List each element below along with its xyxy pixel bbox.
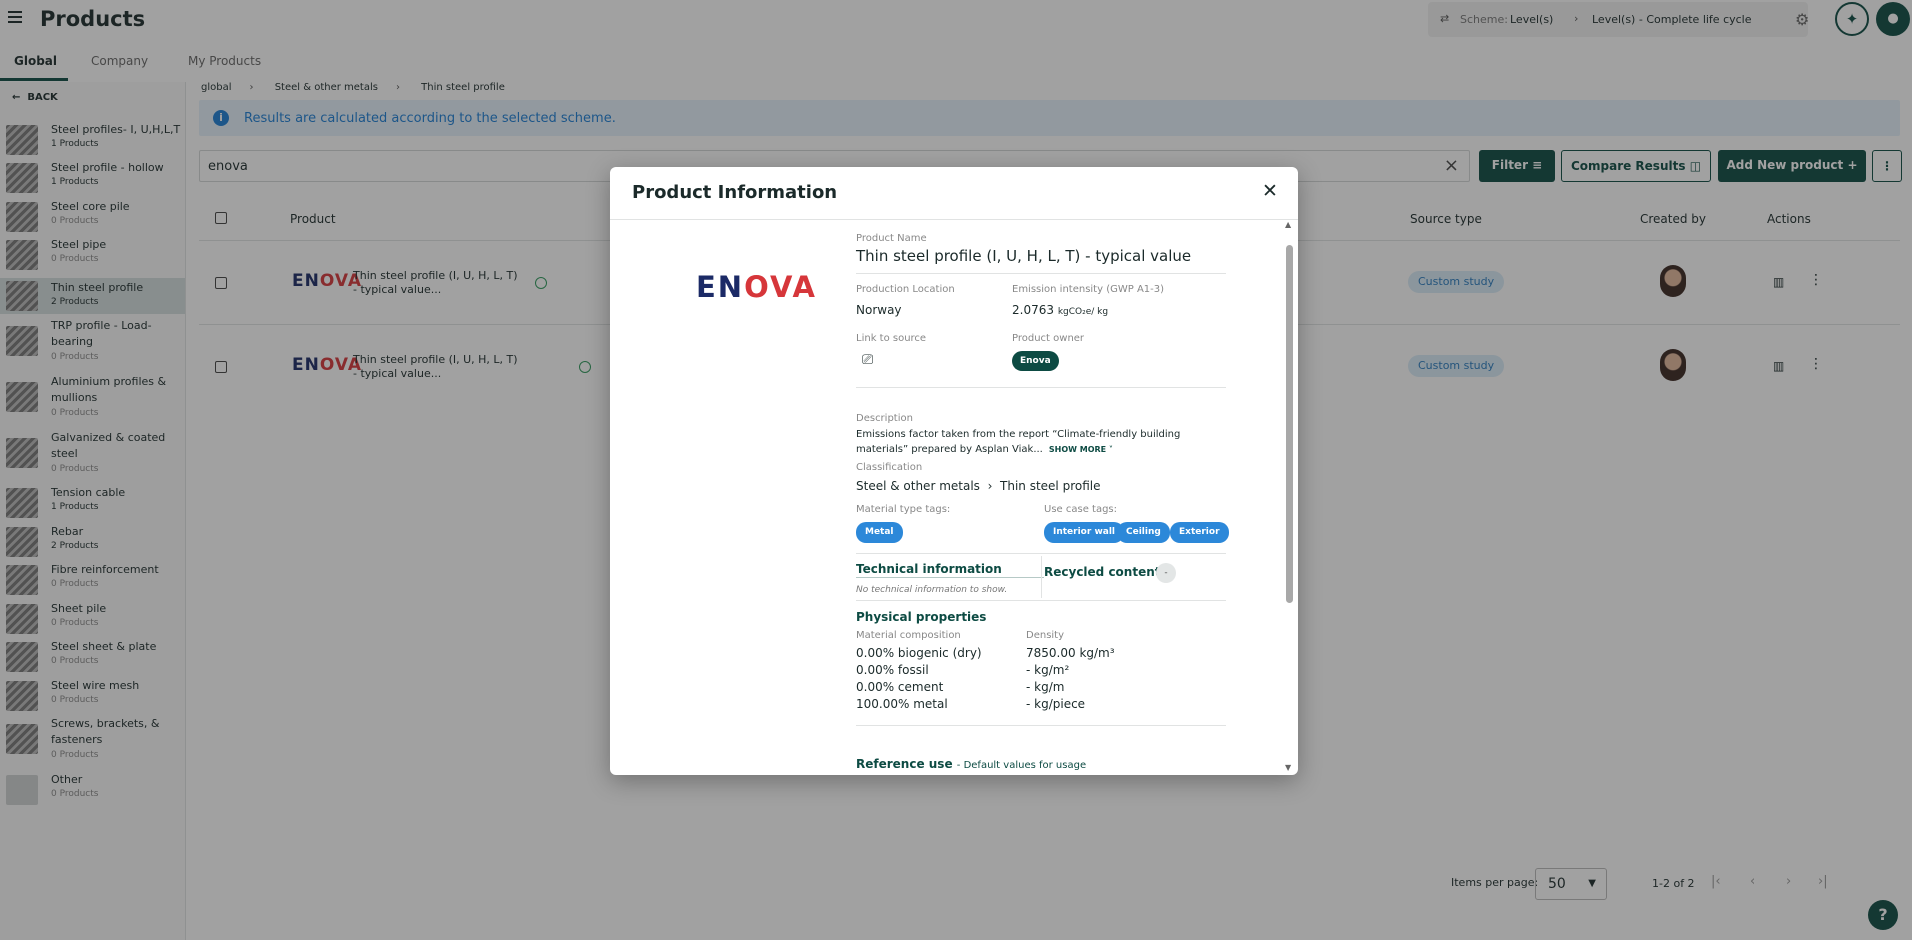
product-owner-label: Product owner	[1012, 333, 1085, 344]
material-tag: Metal	[856, 522, 903, 543]
emission-intensity: 2.0763 kgCO₂e/ kg	[1012, 303, 1108, 317]
chevron-right-icon: ›	[987, 479, 993, 493]
logo-text-main: EN	[696, 270, 745, 304]
dialog-body: ENOVA Product Name Thin steel profile (I…	[610, 220, 1298, 775]
show-more-link[interactable]: SHOW MORE ˅	[1049, 445, 1113, 454]
use-case-tag: Interior wall	[1044, 522, 1124, 543]
scroll-up-arrow-icon[interactable]: ▲	[1285, 220, 1291, 229]
composition-item: 0.00% cement	[856, 680, 944, 694]
density-item: - kg/m	[1026, 680, 1065, 694]
external-link-icon[interactable]: ⎚	[862, 352, 873, 368]
use-case-tag: Exterior	[1170, 522, 1229, 543]
density-item: 7850.00 kg/m³	[1026, 646, 1115, 660]
emission-value: 2.0763	[1012, 303, 1054, 317]
technical-info-title: Technical information	[856, 562, 1002, 576]
use-case-tag: Ceiling	[1117, 522, 1170, 543]
vertical-divider	[1041, 556, 1042, 598]
density-item: - kg/m²	[1026, 663, 1070, 677]
product-name: Thin steel profile (I, U, H, L, T) - typ…	[856, 247, 1192, 265]
divider	[856, 387, 1226, 388]
product-information-dialog: Product Information ✕ ENOVA Product Name…	[610, 167, 1298, 775]
emission-intensity-label: Emission intensity (GWP A1-3)	[1012, 284, 1165, 295]
divider	[856, 725, 1226, 726]
density-item: - kg/piece	[1026, 697, 1086, 711]
use-case-tags-label: Use case tags:	[1044, 504, 1118, 515]
divider	[856, 553, 1226, 554]
product-name-label: Product Name	[856, 233, 927, 244]
divider	[856, 273, 1226, 274]
description-label: Description	[856, 413, 913, 424]
technical-info-empty: No technical information to show.	[856, 585, 1008, 595]
emission-unit: kgCO₂e/ kg	[1057, 307, 1109, 317]
composition-item: 100.00% metal	[856, 697, 948, 711]
density-label: Density	[1026, 630, 1065, 641]
scrollbar-thumb[interactable]	[1286, 245, 1293, 603]
classification-label: Classification	[856, 462, 923, 473]
material-composition-label: Material composition	[856, 630, 961, 641]
link-to-source-label: Link to source	[856, 333, 927, 344]
divider	[856, 577, 1044, 578]
classification-path: Steel & other metals › Thin steel profil…	[856, 479, 1100, 493]
composition-item: 0.00% biogenic (dry)	[856, 646, 982, 660]
divider	[856, 600, 1226, 601]
production-location: Norway	[856, 303, 902, 317]
brand-logo: ENOVA	[696, 270, 817, 304]
reference-use-subtitle: - Default values for usage	[956, 760, 1087, 771]
composition-item: 0.00% fossil	[856, 663, 929, 677]
product-owner-badge: Enova	[1012, 351, 1059, 371]
description-text: Emissions factor taken from the report “…	[856, 427, 1201, 457]
reference-use-label: Reference use	[856, 757, 953, 771]
classification-parent: Steel & other metals	[856, 479, 980, 493]
physical-properties-title: Physical properties	[856, 610, 987, 624]
logo-text-accent: OVA	[744, 270, 817, 304]
classification-child: Thin steel profile	[1000, 479, 1101, 493]
recycled-content-value: -	[1156, 563, 1176, 583]
production-location-label: Production Location	[856, 284, 955, 295]
dialog-title: Product Information	[632, 182, 838, 203]
material-tags-label: Material type tags:	[856, 504, 951, 515]
description-body: Emissions factor taken from the report “…	[856, 429, 1181, 455]
scroll-down-arrow-icon[interactable]: ▼	[1285, 763, 1291, 772]
recycled-content-label: Recycled content:	[1044, 565, 1166, 579]
close-icon[interactable]: ✕	[1262, 180, 1278, 202]
reference-use-title: Reference use - Default values for usage	[856, 757, 1086, 771]
